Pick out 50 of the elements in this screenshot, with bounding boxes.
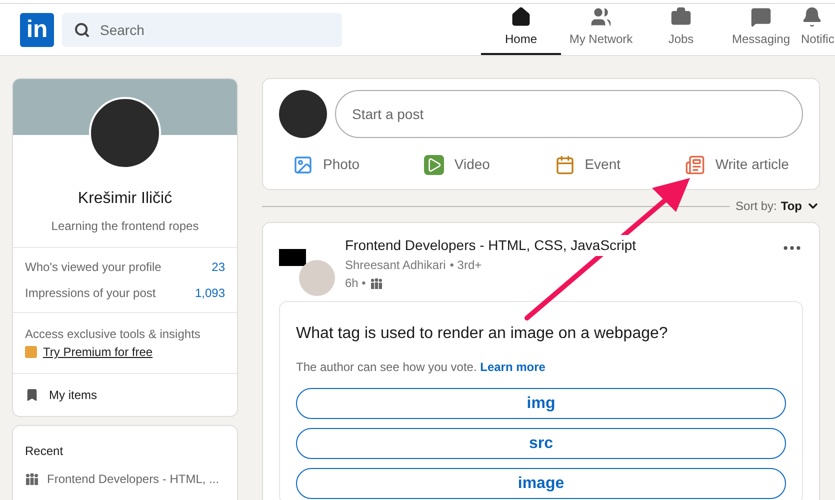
bookmark-icon <box>25 388 39 402</box>
group-icon <box>370 278 383 288</box>
search-field[interactable]: Search <box>62 12 342 46</box>
learn-more-link[interactable]: Learn more <box>480 360 546 374</box>
post-time: 6h • <box>345 275 366 292</box>
poll-question: What tag is used to render an image on a webpage? <box>296 324 669 344</box>
nav-tab[interactable]: Jobs <box>641 4 721 55</box>
poll-note: The author can see how you vote. Learn more <box>296 359 546 376</box>
composer-action[interactable]: Photo <box>293 148 360 181</box>
nav-tab[interactable]: Home <box>481 4 561 55</box>
composer-action[interactable]: Video <box>424 148 490 181</box>
nav-tab[interactable]: My Network <box>561 4 641 55</box>
nav-tab[interactable]: Notific <box>801 4 835 55</box>
poll-option[interactable]: image <box>296 468 786 499</box>
photo-icon <box>293 154 313 174</box>
premium-icon <box>25 346 37 358</box>
notifications-icon <box>801 6 823 28</box>
article-icon <box>685 154 706 174</box>
profile-headline: Learning the frontend ropes <box>51 218 199 235</box>
my-items-link[interactable]: My items <box>49 386 97 404</box>
search-icon <box>74 22 90 38</box>
logo[interactable]: in <box>20 12 54 46</box>
messaging-icon <box>750 6 772 28</box>
author-name[interactable]: Shreesant Adhikari <box>345 256 446 274</box>
connection-degree: • 3rd+ <box>450 257 482 274</box>
profile-name[interactable]: Krešimir Iličić <box>78 187 172 211</box>
avatar[interactable] <box>279 90 327 138</box>
author-avatar[interactable] <box>299 260 335 296</box>
poll-option[interactable]: img <box>296 388 786 419</box>
post-input[interactable]: Start a post <box>335 90 803 138</box>
jobs-icon <box>670 6 692 28</box>
calendar-icon <box>554 154 575 174</box>
composer-action[interactable]: Event <box>554 148 621 181</box>
recent-item[interactable]: Frontend Developers - HTML, ... <box>47 470 220 488</box>
sort-dropdown[interactable]: Sort by: Top <box>736 197 820 215</box>
stat-value[interactable]: 23 <box>212 258 225 276</box>
composer-action[interactable]: Write article <box>685 148 789 181</box>
stat-value[interactable]: 1,093 <box>194 284 225 302</box>
poll-option[interactable]: src <box>296 428 786 459</box>
premium-text: Access exclusive tools & insights <box>25 326 202 343</box>
stat-label[interactable]: Who's viewed your profile <box>25 258 162 276</box>
nav-tab[interactable]: Messaging <box>721 4 801 55</box>
premium-link[interactable]: Try Premium for free <box>43 343 153 361</box>
group-icon <box>25 473 39 485</box>
stat-label[interactable]: Impressions of your post <box>25 284 156 302</box>
group-name[interactable]: Frontend Developers - HTML, CSS, JavaScript <box>345 235 636 256</box>
network-icon <box>590 6 612 28</box>
play-icon <box>424 154 444 174</box>
home-icon <box>510 6 532 28</box>
recent-title: Recent <box>25 443 64 460</box>
